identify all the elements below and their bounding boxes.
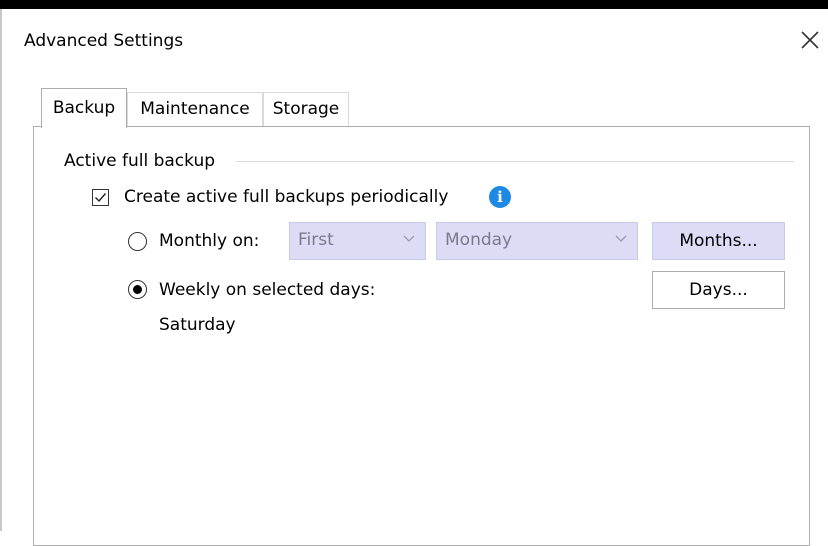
- weekly-radio-label[interactable]: Weekly on selected days:: [159, 280, 375, 300]
- group-divider: [236, 161, 794, 162]
- periodic-checkbox-label[interactable]: Create active full backups periodically: [124, 187, 448, 207]
- months-button[interactable]: Months...: [652, 222, 785, 260]
- days-button[interactable]: Days...: [652, 271, 785, 309]
- tab-maintenance[interactable]: Maintenance: [127, 92, 263, 126]
- monthly-radio-label[interactable]: Monthly on:: [159, 231, 259, 251]
- dialog-title: Advanced Settings: [24, 31, 184, 51]
- week-of-month-select[interactable]: First: [289, 222, 426, 260]
- periodic-checkbox[interactable]: [92, 189, 109, 206]
- radio-selected-dot: [133, 285, 142, 294]
- tab-backup[interactable]: Backup: [41, 88, 127, 128]
- window-top-border: [0, 0, 828, 9]
- info-icon[interactable]: i: [489, 186, 511, 208]
- chevron-down-icon: [403, 235, 415, 242]
- group-title: Active full backup: [64, 151, 220, 171]
- chevron-down-icon: [615, 235, 627, 242]
- close-button[interactable]: [796, 26, 824, 54]
- week-of-month-value: First: [298, 230, 334, 250]
- close-icon: [801, 31, 819, 49]
- weekly-radio[interactable]: [128, 280, 147, 299]
- selected-days-summary: Saturday: [159, 315, 236, 335]
- checkmark-icon: [95, 193, 107, 203]
- tab-storage[interactable]: Storage: [263, 92, 349, 126]
- monthly-radio[interactable]: [128, 232, 147, 251]
- day-of-week-select[interactable]: Monday: [436, 222, 638, 260]
- window-left-edge: [0, 9, 2, 531]
- day-of-week-value: Monday: [445, 230, 513, 250]
